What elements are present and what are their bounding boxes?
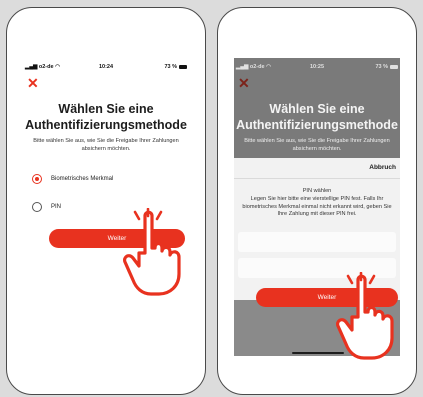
cancel-button[interactable]: Abbruch <box>369 164 396 171</box>
hand-pointer-icon <box>123 208 181 296</box>
option-pin[interactable]: PIN <box>32 202 61 212</box>
phone-frame-right: ▂▄▆ o2-de ◠ 10:25 73 % ✕ Wählen Sie eine… <box>217 7 417 395</box>
battery-icon <box>179 64 187 69</box>
option-label: Biometrisches Merkmal <box>51 176 114 182</box>
radio-unchecked-icon[interactable] <box>32 202 42 212</box>
close-icon[interactable]: ✕ <box>238 76 250 90</box>
battery-label: 73 % <box>375 64 398 70</box>
page-subtitle: Bitte wählen Sie aus, wie Sie die Freiga… <box>244 138 390 152</box>
radio-checked-icon[interactable] <box>32 174 42 184</box>
option-label: PIN <box>51 204 62 210</box>
battery-icon <box>390 64 398 69</box>
page-subtitle: Bitte wählen Sie aus, wie Sie die Freiga… <box>33 138 179 152</box>
divider <box>234 178 400 179</box>
hand-pointer-icon <box>336 272 394 360</box>
page-title: Wählen Sie eine Authentifizierungsmethod… <box>236 102 398 132</box>
pin-input[interactable] <box>238 232 396 252</box>
battery-label: 73 % <box>164 64 187 70</box>
screen-left: ▂▄▆ o2-de ◠ 10:24 73 % ✕ Wählen Sie eine… <box>23 58 189 356</box>
option-biometric[interactable]: Biometrisches Merkmal <box>32 174 113 184</box>
phone-frame-left: ▂▄▆ o2-de ◠ 10:24 73 % ✕ Wählen Sie eine… <box>6 7 206 395</box>
pin-title: PIN wählen <box>302 188 332 194</box>
status-bar: ▂▄▆ o2-de ◠ 10:24 73 % <box>23 64 189 74</box>
pin-description: Legen Sie hier bitte eine vierstellige P… <box>242 196 392 217</box>
close-icon[interactable]: ✕ <box>27 76 39 90</box>
status-bar: ▂▄▆ o2-de ◠ 10:25 73 % <box>234 64 400 74</box>
page-title: Wählen Sie eine Authentifizierungsmethod… <box>25 102 187 132</box>
